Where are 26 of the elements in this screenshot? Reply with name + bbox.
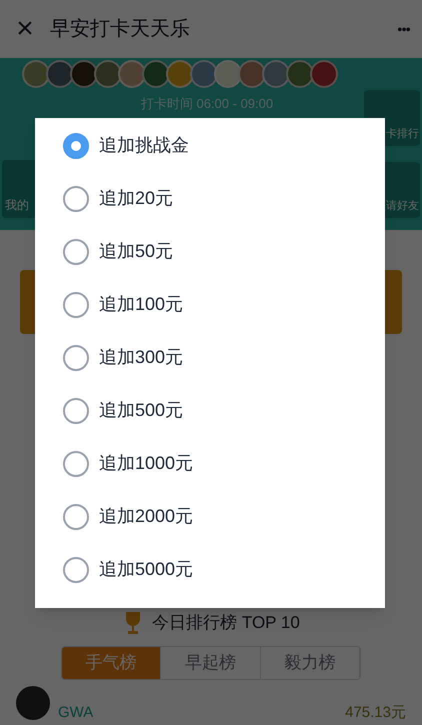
avatar-icon [94, 60, 122, 88]
avatar-icon [46, 60, 74, 88]
radio-option[interactable]: 追加2000元 [35, 490, 385, 543]
ranking-title: 今日排行榜 TOP 10 [152, 612, 300, 634]
radio-option[interactable]: 追加1000元 [35, 437, 385, 490]
avatar-icon [262, 60, 290, 88]
avatar-icon [118, 60, 146, 88]
radio-option[interactable]: 追加50元 [35, 225, 385, 278]
radio-option[interactable]: 追加500元 [35, 384, 385, 437]
avatar-icon [22, 60, 50, 88]
page-title: 早安打卡天天乐 [50, 17, 190, 42]
avatar-icon [166, 60, 194, 88]
avatar-icon [238, 60, 266, 88]
avatar-icon [286, 60, 314, 88]
user-name: GWA [58, 705, 94, 720]
radio-option[interactable]: 追加300元 [35, 331, 385, 384]
avatar-icon [190, 60, 218, 88]
avatar-icon [310, 60, 338, 88]
checkin-time: 打卡时间 06:00 - 09:00 [140, 95, 274, 113]
avatar-icon [214, 60, 242, 88]
avatar-icon [142, 60, 170, 88]
avatar-icon [70, 60, 98, 88]
radio-option[interactable]: 追加100元 [35, 278, 385, 331]
amount: 475.13元 [345, 705, 406, 720]
avatar-icon [16, 686, 50, 720]
radio-option[interactable]: 追加5000元 [35, 543, 385, 596]
